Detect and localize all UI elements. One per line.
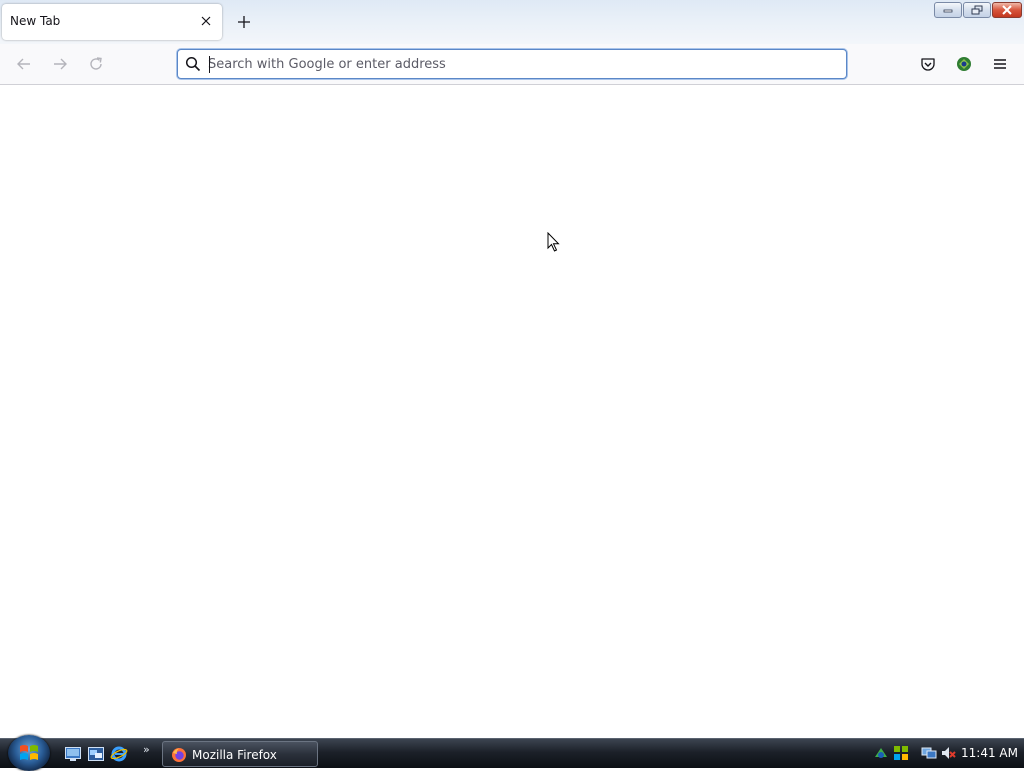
pocket-icon xyxy=(921,58,935,71)
tray-windows-update-icon[interactable] xyxy=(893,745,909,761)
taskbar-item-label: Mozilla Firefox xyxy=(192,748,277,762)
tray-app-icon[interactable] xyxy=(873,745,889,761)
start-button[interactable] xyxy=(8,735,50,771)
forward-button[interactable] xyxy=(50,54,70,74)
firefox-icon xyxy=(172,748,186,762)
internet-explorer-button[interactable] xyxy=(110,745,128,763)
restore-button[interactable] xyxy=(963,2,991,18)
tab-title: New Tab xyxy=(10,14,61,28)
url-bar[interactable] xyxy=(177,49,847,79)
taskbar-item-firefox[interactable]: Mozilla Firefox xyxy=(162,741,318,767)
new-tab-button[interactable] xyxy=(234,12,254,32)
search-icon xyxy=(185,56,201,72)
plus-icon xyxy=(238,16,250,28)
back-button[interactable] xyxy=(14,54,34,74)
windows-logo-icon xyxy=(20,745,38,760)
navigation-toolbar xyxy=(0,44,1024,85)
network-icon[interactable] xyxy=(921,745,937,761)
quick-launch-more-icon[interactable]: » xyxy=(143,743,150,756)
minimize-button[interactable] xyxy=(934,2,962,18)
pocket-button[interactable] xyxy=(918,54,938,74)
close-window-button[interactable] xyxy=(992,2,1022,18)
page-content[interactable] xyxy=(0,85,1024,738)
tab-new-tab[interactable]: New Tab xyxy=(2,4,222,40)
reload-icon xyxy=(90,57,102,70)
show-desktop-button[interactable] xyxy=(64,745,82,763)
back-arrow-icon xyxy=(17,58,30,70)
switch-windows-icon xyxy=(88,747,104,761)
url-input[interactable] xyxy=(208,54,828,74)
restore-icon xyxy=(971,5,983,15)
reload-button[interactable] xyxy=(86,54,106,74)
menu-button[interactable] xyxy=(990,54,1010,74)
hamburger-menu-icon xyxy=(994,59,1006,69)
forward-arrow-icon xyxy=(54,58,67,70)
taskbar: » Mozilla Firefox 11:41 AM xyxy=(0,735,1024,771)
title-bar: New Tab xyxy=(0,0,1024,44)
extension-icon xyxy=(957,57,971,71)
minimize-icon xyxy=(943,9,953,13)
system-clock[interactable]: 11:41 AM xyxy=(961,746,1018,760)
window-controls xyxy=(934,2,1022,18)
internet-explorer-icon xyxy=(110,746,128,762)
volume-muted-icon[interactable] xyxy=(940,745,956,761)
close-icon xyxy=(1002,5,1012,15)
mouse-cursor-icon xyxy=(547,232,560,252)
extension-button[interactable] xyxy=(954,54,974,74)
text-caret xyxy=(209,56,210,73)
tab-close-icon[interactable] xyxy=(198,13,214,29)
show-desktop-icon xyxy=(65,747,81,761)
switch-windows-button[interactable] xyxy=(87,745,105,763)
